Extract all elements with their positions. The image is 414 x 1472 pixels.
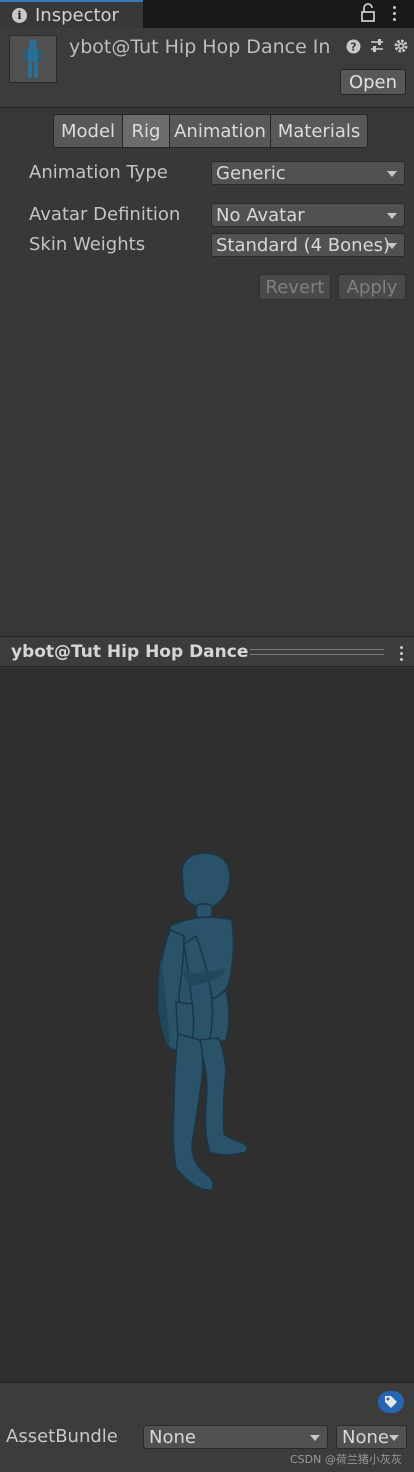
drag-handle[interactable] (250, 649, 384, 655)
inspector-tab[interactable]: i Inspector (0, 0, 143, 28)
presets-icon[interactable] (369, 37, 385, 55)
import-settings-tabs: Model Rig Animation Materials (53, 114, 368, 148)
model-preview-viewport[interactable] (0, 668, 414, 1382)
watermark: CSDN @荷兰猪小灰灰 (290, 1453, 402, 1466)
info-icon: i (12, 7, 27, 23)
chevron-down-icon (389, 1435, 399, 1441)
open-button[interactable]: Open (340, 69, 406, 95)
animation-type-value: Generic (216, 162, 286, 184)
animation-type-dropdown[interactable]: Generic (211, 161, 405, 185)
kebab-menu-icon[interactable] (388, 2, 400, 24)
assetbundle-variant-value: None (342, 1426, 389, 1448)
inspector-tab-bar: i Inspector (0, 0, 414, 28)
tab-model[interactable]: Model (53, 114, 123, 148)
assetbundle-variant-dropdown[interactable]: None (336, 1425, 407, 1449)
tab-materials[interactable]: Materials (270, 114, 368, 148)
chevron-down-icon (310, 1435, 320, 1441)
tab-rig[interactable]: Rig (122, 114, 170, 148)
lock-icon[interactable] (360, 2, 376, 24)
chevron-down-icon (387, 243, 397, 249)
chevron-down-icon (387, 213, 397, 219)
tab-title: Inspector (35, 4, 119, 26)
assetbundle-dropdown[interactable]: None (143, 1425, 328, 1449)
asset-header: ybot@Tut Hip Hop Dance In ? Open (0, 28, 414, 108)
gear-icon[interactable] (393, 37, 409, 55)
avatar-definition-label: Avatar Definition (29, 204, 181, 225)
tab-animation[interactable]: Animation (169, 114, 271, 148)
animation-type-label: Animation Type (29, 162, 168, 183)
skin-weights-value: Standard (4 Bones) (216, 234, 391, 256)
preview-title: ybot@Tut Hip Hop Dance (11, 642, 249, 662)
apply-button[interactable]: Apply (338, 274, 406, 300)
character-model (157, 852, 248, 1191)
preview-header: ybot@Tut Hip Hop Dance (0, 636, 414, 667)
assetbundle-footer: AssetBundle None None CSDN @荷兰猪小灰灰 (0, 1382, 414, 1472)
assetbundle-label: AssetBundle (6, 1426, 118, 1447)
help-icon[interactable]: ? (345, 37, 361, 55)
skin-weights-dropdown[interactable]: Standard (4 Bones) (211, 233, 405, 257)
tag-icon[interactable] (378, 1391, 404, 1413)
skin-weights-label: Skin Weights (29, 234, 146, 255)
svg-text:?: ? (350, 40, 356, 53)
revert-button[interactable]: Revert (259, 274, 331, 300)
asset-thumbnail (9, 35, 57, 83)
kebab-menu-icon[interactable] (396, 643, 406, 663)
avatar-definition-value: No Avatar (216, 204, 305, 226)
chevron-down-icon (387, 171, 397, 177)
asset-name: ybot@Tut Hip Hop Dance In (69, 36, 331, 58)
avatar-definition-dropdown[interactable]: No Avatar (211, 203, 405, 227)
assetbundle-value: None (149, 1426, 196, 1448)
